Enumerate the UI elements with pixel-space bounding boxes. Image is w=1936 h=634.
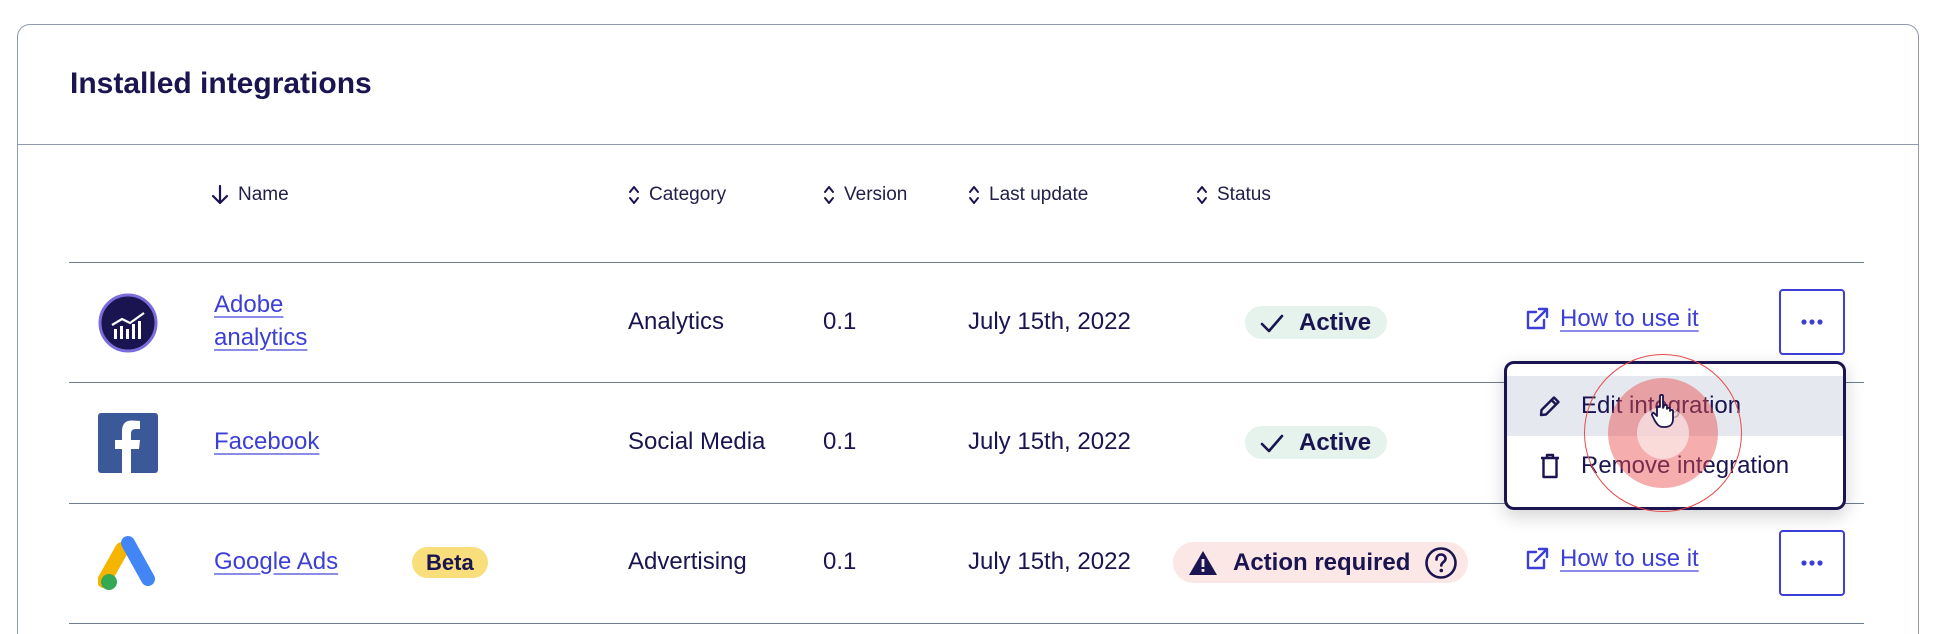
warning-icon — [1189, 550, 1217, 575]
sort-icon — [629, 186, 639, 204]
column-header-status-label: Status — [1217, 184, 1271, 205]
more-actions-button[interactable] — [1779, 289, 1845, 355]
status-badge: Active — [1245, 426, 1388, 459]
check-icon — [1260, 434, 1284, 452]
last-update-cell: July 15th, 2022 — [968, 548, 1131, 575]
row-divider — [69, 623, 1864, 624]
column-header-category-label: Category — [649, 184, 727, 205]
integration-name-link[interactable]: Adobe analytics — [214, 288, 307, 354]
category-cell: Analytics — [628, 308, 725, 335]
sort-descending-icon — [211, 184, 229, 205]
card-title: Installed integrations — [70, 67, 372, 100]
how-to-use-link[interactable]: How to use it — [1524, 305, 1699, 333]
status-badge: Action required — [1173, 542, 1469, 583]
last-update-cell: July 15th, 2022 — [968, 428, 1131, 455]
column-header-status[interactable]: Status — [1195, 184, 1271, 206]
status-label: Active — [1299, 428, 1372, 456]
column-header-name[interactable]: Name — [210, 184, 289, 206]
external-link-icon — [1526, 547, 1549, 570]
how-to-use-label: How to use it — [1560, 305, 1699, 332]
category-cell: Advertising — [628, 548, 747, 575]
column-header-name-label: Name — [238, 184, 289, 205]
facebook-logo — [98, 413, 158, 473]
column-header-category[interactable]: Category — [627, 184, 726, 206]
hand-pointer-cursor-icon — [1651, 393, 1674, 428]
header-divider — [69, 262, 1864, 263]
status-badge: Active — [1245, 306, 1388, 339]
column-header-version-label: Version — [844, 184, 908, 205]
how-to-use-label: How to use it — [1560, 545, 1699, 572]
more-horizontal-icon — [1801, 560, 1823, 566]
more-actions-button[interactable] — [1779, 530, 1845, 596]
column-header-last-update[interactable]: Last update — [967, 184, 1088, 206]
help-icon[interactable] — [1424, 546, 1458, 580]
column-header-last-update-label: Last update — [989, 184, 1089, 205]
last-update-cell: July 15th, 2022 — [968, 308, 1131, 335]
external-link-icon — [1526, 307, 1549, 330]
sort-icon — [1197, 186, 1207, 204]
adobe-analytics-logo — [98, 293, 158, 353]
integration-name-link[interactable]: Facebook — [214, 425, 319, 458]
sort-icon — [824, 186, 834, 204]
column-header-version[interactable]: Version — [822, 184, 907, 206]
version-cell: 0.1 — [823, 308, 857, 335]
version-cell: 0.1 — [823, 548, 857, 575]
status-label: Active — [1299, 308, 1372, 336]
google-ads-logo — [98, 536, 155, 590]
category-cell: Social Media — [628, 428, 766, 455]
trash-icon — [1541, 453, 1559, 479]
how-to-use-link[interactable]: How to use it — [1524, 545, 1699, 573]
integration-name-link[interactable]: Google Ads — [214, 545, 338, 578]
beta-badge: Beta — [412, 547, 488, 578]
version-cell: 0.1 — [823, 428, 857, 455]
more-horizontal-icon — [1801, 319, 1823, 325]
status-label: Action required — [1233, 548, 1411, 576]
sort-icon — [969, 186, 979, 204]
pencil-icon — [1539, 396, 1560, 417]
check-icon — [1260, 314, 1284, 332]
card-divider — [18, 144, 1918, 145]
